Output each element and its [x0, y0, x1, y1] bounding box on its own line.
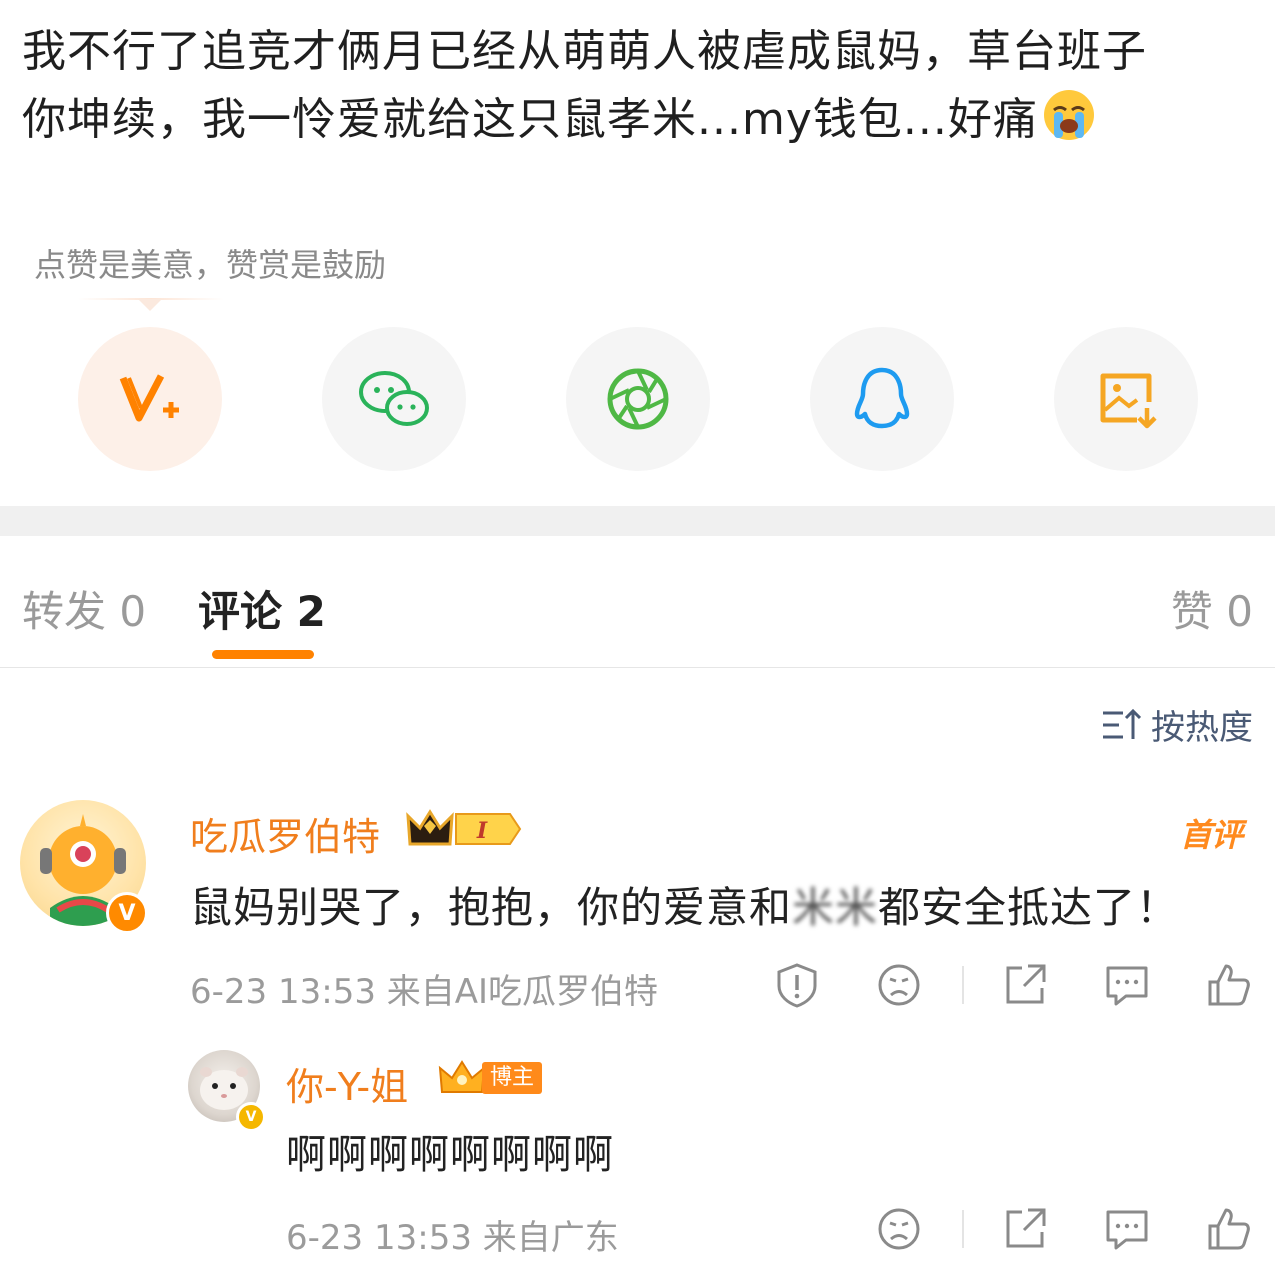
- comment-text-after: 都安全抵达了！: [878, 883, 1180, 932]
- reply-verified-badge: V: [236, 1102, 266, 1132]
- comment-icon[interactable]: [1104, 962, 1150, 1008]
- first-comment-tag: 首评: [1180, 816, 1243, 854]
- post-text-line-2: 你坤续，我一怜爱就给这只鼠孝米...my钱包...好痛: [22, 86, 1252, 154]
- share-icon[interactable]: [1002, 962, 1048, 1008]
- tab-divider: [0, 667, 1275, 668]
- reward-hint: 点赞是美意，赞赏是鼓励: [34, 246, 387, 284]
- reply-username[interactable]: 你-Y-姐: [286, 1056, 408, 1111]
- reply-like-icon[interactable]: [1206, 1206, 1252, 1252]
- reply-dislike-face-icon[interactable]: [876, 1206, 922, 1252]
- reply-action-separator: [962, 1210, 964, 1248]
- reply-verified-badge-letter: V: [245, 1109, 257, 1125]
- report-icon[interactable]: [774, 962, 820, 1008]
- reply-meta: 6-23 13:53 来自广东: [286, 1218, 619, 1258]
- post-text-line-1: 我不行了追竞才俩月已经从萌萌人被虐成鼠妈，草台班子: [22, 26, 1147, 77]
- sort-label: 按热度: [1151, 708, 1253, 748]
- wechat-share-button[interactable]: [322, 327, 466, 471]
- member-crown-badge-icon: I: [406, 809, 522, 846]
- reply-text: 啊啊啊啊啊啊啊啊: [286, 1132, 614, 1178]
- qq-icon: [854, 367, 910, 429]
- member-level: I: [476, 818, 488, 844]
- comment-username[interactable]: 吃瓜罗伯特: [190, 806, 380, 861]
- qq-share-button[interactable]: [810, 327, 954, 471]
- crying-face-icon: [1043, 90, 1094, 140]
- verified-badge-letter: V: [118, 900, 136, 926]
- sort-icon: [1103, 708, 1141, 739]
- verified-badge: V: [106, 892, 148, 934]
- dislike-face-icon[interactable]: [876, 962, 922, 1008]
- reply-share-icon[interactable]: [1002, 1206, 1048, 1252]
- wechat-icon: [359, 371, 429, 426]
- sort-button[interactable]: 按热度: [1101, 700, 1253, 749]
- reply-comment-icon[interactable]: [1104, 1206, 1150, 1252]
- moments-share-button[interactable]: [566, 327, 710, 471]
- blogger-badge: 博主: [436, 1058, 548, 1096]
- like-icon[interactable]: [1206, 962, 1252, 1008]
- comment-meta: 6-23 13:53 来自AI吃瓜罗伯特: [190, 972, 659, 1012]
- action-separator: [962, 966, 964, 1004]
- comment-text-before: 鼠妈别哭了，抱抱，你的爱意和: [190, 883, 793, 932]
- v-plus-button[interactable]: [78, 327, 222, 471]
- tab-likes[interactable]: 赞 0: [1171, 578, 1253, 639]
- v-plus-icon: [119, 374, 179, 422]
- section-divider: [0, 506, 1275, 536]
- post-text-line-2-content: 你坤续，我一怜爱就给这只鼠孝米...my钱包...好痛: [22, 94, 1038, 145]
- tab-repost[interactable]: 转发 0: [22, 578, 146, 639]
- tab-comments[interactable]: 评论 2: [198, 578, 326, 639]
- save-image-icon: [1100, 373, 1157, 429]
- moments-icon: [607, 368, 669, 430]
- hint-caret: [138, 299, 162, 311]
- blogger-badge-label: 博主: [482, 1062, 543, 1094]
- tab-active-indicator: [212, 650, 314, 659]
- comment-text-blurred: 米米: [792, 883, 879, 932]
- post-text: 我不行了追竞才俩月已经从萌萌人被虐成鼠妈，草台班子 你坤续，我一怜爱就给这只鼠孝…: [22, 18, 1252, 154]
- comment-text: 鼠妈别哭了，抱抱，你的爱意和米米都安全抵达了！: [190, 874, 1179, 935]
- save-image-button[interactable]: [1054, 327, 1198, 471]
- blogger-crown-icon: [438, 1060, 486, 1093]
